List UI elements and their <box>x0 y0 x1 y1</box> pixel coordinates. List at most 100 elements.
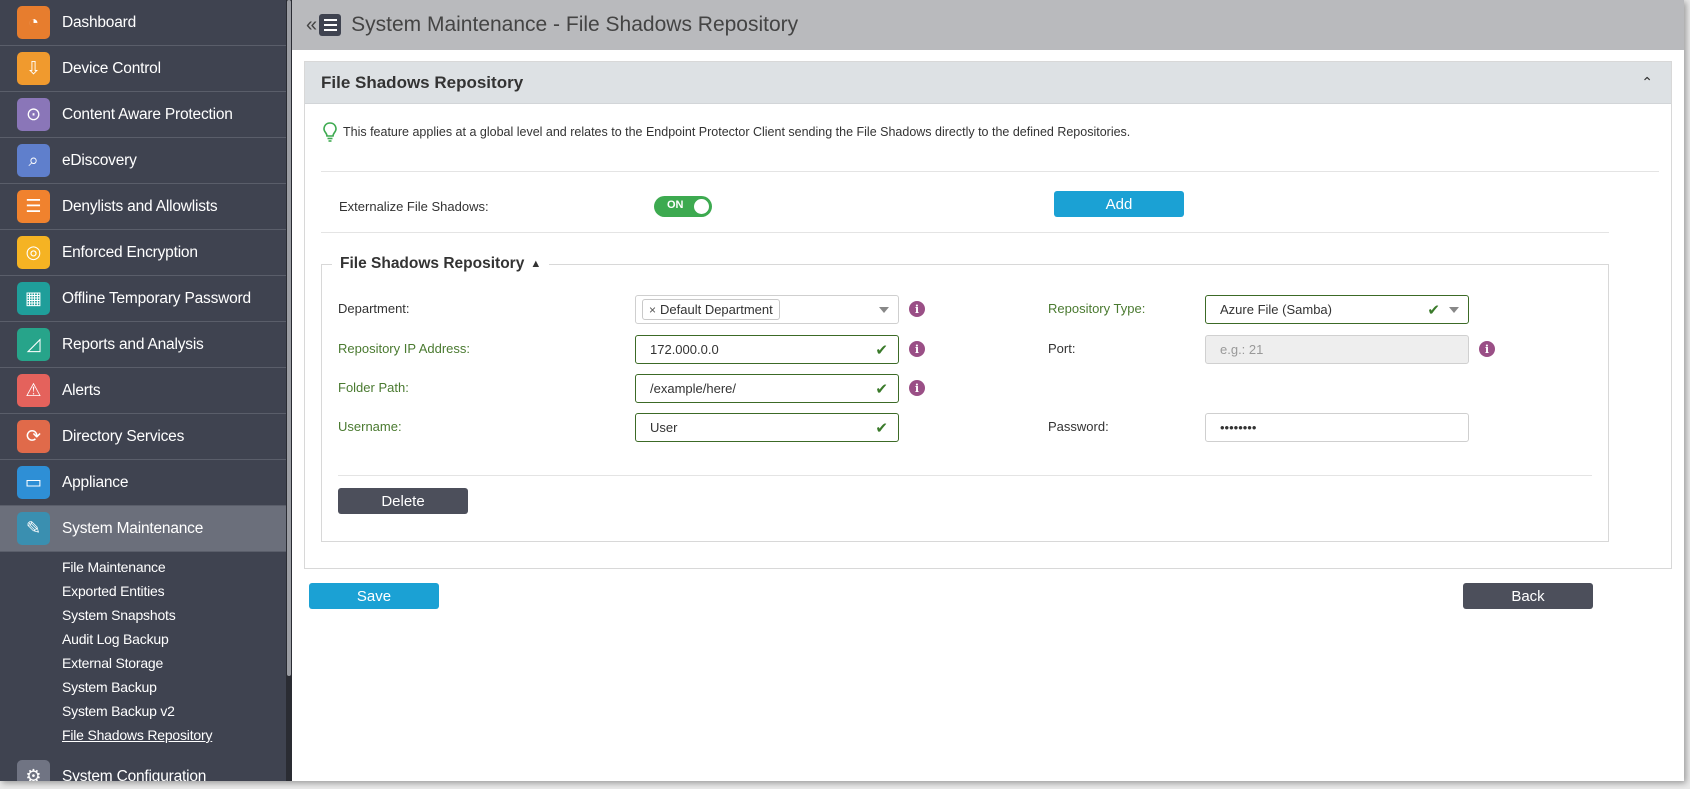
ip-address-input[interactable]: 172.000.0.0 ✔ <box>635 335 899 364</box>
sidebar: ◔ Dashboard ⇩ Device Control ⊙ Content Aware … <box>0 0 286 781</box>
check-icon: ✔ <box>875 342 888 359</box>
remove-tag-icon[interactable]: × <box>649 303 656 317</box>
encryption-icon: ◎ <box>17 236 50 269</box>
chevron-up-icon[interactable]: ⌃ <box>1641 74 1653 91</box>
info-icon[interactable]: i <box>909 341 925 357</box>
toggle-knob <box>694 199 709 214</box>
repository-fieldset: File Shadows Repository ▲ Department: × … <box>321 255 1609 542</box>
check-icon: ✔ <box>875 420 888 437</box>
externalize-label: Externalize File Shadows: <box>339 199 489 214</box>
submenu-item-exported-entities[interactable]: Exported Entities <box>0 580 286 604</box>
sidebar-item-label: Denylists and Allowlists <box>62 197 218 215</box>
username-input[interactable]: User ✔ <box>635 413 899 442</box>
sidebar-item-label: Directory Services <box>62 427 185 445</box>
dropdown-caret-icon[interactable] <box>1449 307 1459 313</box>
sidebar-item-label: Content Aware Protection <box>62 105 233 123</box>
add-button[interactable]: Add <box>1054 191 1184 217</box>
port-input[interactable]: e.g.: 21 <box>1205 335 1469 364</box>
sidebar-item-directory-services[interactable]: ⟳ Directory Services <box>0 414 286 460</box>
page-title: System Maintenance - File Shadows Reposi… <box>351 13 799 36</box>
sidebar-item-label: Dashboard <box>62 13 137 31</box>
port-placeholder: e.g.: 21 <box>1220 342 1264 357</box>
submenu-item-file-shadows-repository[interactable]: File Shadows Repository <box>0 724 286 748</box>
dashboard-icon: ◔ <box>17 6 50 39</box>
sidebar-item-reports-and-analysis[interactable]: ◿ Reports and Analysis <box>0 322 286 368</box>
sidebar-item-denylists-and-allowlists[interactable]: ☰ Denylists and Allowlists <box>0 184 286 230</box>
username-value: User <box>650 420 678 435</box>
externalize-toggle[interactable]: ON <box>654 196 712 217</box>
folder-path-input[interactable]: /example/here/ ✔ <box>635 374 899 403</box>
sidebar-submenu: File Maintenance Exported Entities System … <box>0 552 286 754</box>
collapse-sidebar-button[interactable]: « <box>306 14 317 37</box>
keypad-icon: ▦ <box>17 282 50 315</box>
submenu-item-file-maintenance[interactable]: File Maintenance <box>0 556 286 580</box>
info-icon[interactable]: i <box>909 301 925 317</box>
sidebar-bottom: ⚙ System Configuration <box>0 754 286 781</box>
submenu-item-external-storage[interactable]: External Storage <box>0 652 286 676</box>
port-label: Port: <box>1048 341 1076 356</box>
info-icon[interactable]: i <box>1479 341 1495 357</box>
repository-legend-label: File Shadows Repository <box>340 255 525 272</box>
department-tag-label: Default Department <box>660 302 773 317</box>
notice: This feature applies at a global level a… <box>323 122 1130 142</box>
main-content: « System Maintenance - File Shadows Repo… <box>292 0 1684 781</box>
sidebar-item-label: Appliance <box>62 473 129 491</box>
submenu-item-system-snapshots[interactable]: System Snapshots <box>0 604 286 628</box>
check-icon: ✔ <box>875 381 888 398</box>
folder-path-value: /example/here/ <box>650 381 736 396</box>
sidebar-item-label: System Configuration <box>62 767 207 782</box>
info-icon[interactable]: i <box>909 380 925 396</box>
app-window: ◔ Dashboard ⇩ Device Control ⊙ Content Aware … <box>0 0 1684 781</box>
sidebar-item-label: Alerts <box>62 381 101 399</box>
file-shadows-panel: File Shadows Repository ⌃ This feature a… <box>304 61 1672 569</box>
submenu-item-system-backup[interactable]: System Backup <box>0 676 286 700</box>
folder-path-label: Folder Path: <box>338 380 409 395</box>
caret-up-icon[interactable]: ▲ <box>530 258 541 270</box>
sidebar-item-label: Device Control <box>62 59 161 77</box>
username-label: Username: <box>338 419 402 434</box>
content-protection-icon: ⊙ <box>17 98 50 131</box>
delete-button[interactable]: Delete <box>338 488 468 514</box>
panel-header[interactable]: File Shadows Repository ⌃ <box>305 62 1671 104</box>
sidebar-item-system-configuration[interactable]: ⚙ System Configuration <box>0 754 286 781</box>
title-bar: « System Maintenance - File Shadows Repo… <box>292 0 1684 50</box>
panel-title: File Shadows Repository <box>321 72 524 92</box>
repository-type-select[interactable]: Azure File (Samba) ✔ <box>1205 295 1469 324</box>
menu-icon[interactable] <box>319 14 342 36</box>
department-select[interactable]: × Default Department <box>635 295 899 324</box>
submenu-item-audit-log-backup[interactable]: Audit Log Backup <box>0 628 286 652</box>
divider <box>338 475 1592 476</box>
divider <box>321 171 1659 172</box>
sidebar-item-content-aware-protection[interactable]: ⊙ Content Aware Protection <box>0 92 286 138</box>
sidebar-item-dashboard[interactable]: ◔ Dashboard <box>0 0 286 46</box>
sidebar-item-device-control[interactable]: ⇩ Device Control <box>0 46 286 92</box>
gear-icon: ⚙ <box>17 760 50 781</box>
sidebar-item-enforced-encryption[interactable]: ◎ Enforced Encryption <box>0 230 286 276</box>
password-input[interactable]: •••••••• <box>1205 413 1469 442</box>
divider <box>321 232 1609 233</box>
repository-type-value: Azure File (Samba) <box>1220 302 1332 317</box>
sidebar-item-system-maintenance[interactable]: ✎ System Maintenance <box>0 506 286 552</box>
sidebar-item-alerts[interactable]: ⚠ Alerts <box>0 368 286 414</box>
password-label: Password: <box>1048 419 1109 434</box>
sidebar-item-offline-temporary-password[interactable]: ▦ Offline Temporary Password <box>0 276 286 322</box>
alert-icon: ⚠ <box>17 374 50 407</box>
sidebar-item-ediscovery[interactable]: ⌕ eDiscovery <box>0 138 286 184</box>
ip-address-value: 172.000.0.0 <box>650 342 719 357</box>
save-button[interactable]: Save <box>309 583 439 609</box>
sidebar-item-label: eDiscovery <box>62 151 137 169</box>
submenu-item-system-backup-v2[interactable]: System Backup v2 <box>0 700 286 724</box>
dropdown-caret-icon[interactable] <box>879 307 889 313</box>
sidebar-item-label: Offline Temporary Password <box>62 289 251 307</box>
sidebar-item-label: Reports and Analysis <box>62 335 204 353</box>
notice-text: This feature applies at a global level a… <box>343 125 1131 139</box>
repository-legend[interactable]: File Shadows Repository ▲ <box>332 255 550 273</box>
department-label: Department: <box>338 301 410 316</box>
scrollbar-thumb[interactable] <box>287 0 291 676</box>
check-icon: ✔ <box>1427 302 1440 319</box>
sidebar-item-appliance[interactable]: ▭ Appliance <box>0 460 286 506</box>
back-button[interactable]: Back <box>1463 583 1593 609</box>
department-tag[interactable]: × Default Department <box>642 299 780 320</box>
sidebar-nav: ◔ Dashboard ⇩ Device Control ⊙ Content Aware … <box>0 0 286 552</box>
sidebar-item-label: Enforced Encryption <box>62 243 198 261</box>
